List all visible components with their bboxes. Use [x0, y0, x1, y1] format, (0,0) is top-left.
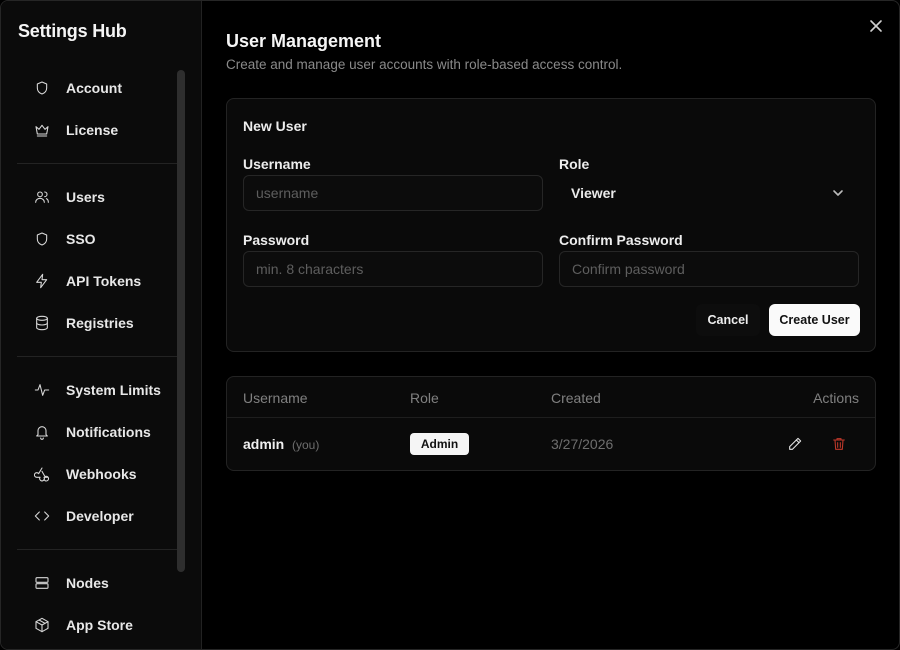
- sidebar-item-license[interactable]: License: [17, 109, 177, 151]
- form-title: New User: [243, 118, 307, 134]
- code-icon: [33, 507, 51, 525]
- users-table: Username Role Created Actions admin (you…: [226, 376, 876, 471]
- activity-icon: [33, 381, 51, 399]
- shield-icon: [33, 79, 51, 97]
- sidebar-item-registries[interactable]: Registries: [17, 302, 177, 344]
- sidebar-item-sso[interactable]: SSO: [17, 218, 177, 260]
- column-header-actions: Actions: [813, 390, 859, 406]
- crown-icon: [33, 121, 51, 139]
- role-label: Role: [559, 156, 590, 172]
- webhook-icon: [33, 465, 51, 483]
- nav-group: Nodes App Store: [17, 562, 177, 649]
- nav-group: System Limits Notifications Webhooks Dev…: [17, 369, 177, 550]
- chevron-down-icon: [831, 186, 845, 200]
- users-icon: [33, 188, 51, 206]
- database-icon: [33, 314, 51, 332]
- sidebar-item-label: API Tokens: [66, 273, 142, 289]
- app-title: Settings Hub: [18, 21, 127, 41]
- create-user-button[interactable]: Create User: [769, 304, 860, 336]
- role-select-value: Viewer: [571, 185, 616, 201]
- column-header-created: Created: [551, 390, 601, 406]
- sidebar-item-label: Account: [66, 80, 122, 96]
- cancel-button[interactable]: Cancel: [696, 304, 760, 336]
- username-input[interactable]: [243, 175, 543, 211]
- sidebar-item-webhooks[interactable]: Webhooks: [17, 453, 177, 495]
- sidebar-item-label: App Store: [66, 617, 133, 633]
- sidebar-item-label: Users: [66, 189, 105, 205]
- sidebar-item-api-tokens[interactable]: API Tokens: [17, 260, 177, 302]
- sidebar: Settings Hub Account License Users SSO A…: [1, 1, 202, 649]
- bell-icon: [33, 423, 51, 441]
- settings-window: Settings Hub Account License Users SSO A…: [0, 0, 900, 650]
- table-row: admin (you) Admin 3/27/2026: [227, 418, 875, 470]
- sidebar-item-users[interactable]: Users: [17, 176, 177, 218]
- page-subtitle: Create and manage user accounts with rol…: [226, 57, 623, 72]
- sidebar-item-app-store[interactable]: App Store: [17, 604, 177, 646]
- column-header-role: Role: [410, 390, 439, 406]
- new-user-form: New User Username Role Viewer Password C…: [226, 98, 876, 352]
- nav-group: Users SSO API Tokens Registries: [17, 176, 177, 357]
- sidebar-item-nodes[interactable]: Nodes: [17, 562, 177, 604]
- role-badge: Admin: [410, 433, 469, 455]
- sidebar-item-label: Notifications: [66, 424, 151, 440]
- sidebar-item-system-limits[interactable]: System Limits: [17, 369, 177, 411]
- lightning-icon: [33, 272, 51, 290]
- role-select[interactable]: Viewer: [559, 175, 859, 211]
- sidebar-item-label: Webhooks: [66, 466, 137, 482]
- nav-group: Account License: [17, 67, 177, 164]
- confirm-password-input[interactable]: [559, 251, 859, 287]
- username-label: Username: [243, 156, 311, 172]
- confirm-password-label: Confirm Password: [559, 232, 683, 248]
- row-created-date: 3/27/2026: [551, 436, 614, 452]
- row-username: admin: [243, 436, 285, 452]
- sidebar-item-label: System Limits: [66, 382, 161, 398]
- row-current-user-tag: (you): [292, 438, 320, 452]
- sidebar-item-label: Developer: [66, 508, 134, 524]
- server-icon: [33, 574, 51, 592]
- trash-icon: [833, 438, 845, 450]
- sidebar-scrollbar[interactable]: [177, 70, 185, 572]
- password-label: Password: [243, 232, 310, 248]
- delete-icon[interactable]: [829, 434, 849, 454]
- shield-icon: [33, 230, 51, 248]
- sidebar-item-label: Nodes: [66, 575, 109, 591]
- sidebar-item-notifications[interactable]: Notifications: [17, 411, 177, 453]
- sidebar-item-account[interactable]: Account: [17, 67, 177, 109]
- sidebar-item-label: Registries: [66, 315, 134, 331]
- edit-icon[interactable]: [785, 434, 805, 454]
- sidebar-item-label: License: [66, 122, 119, 138]
- sidebar-nav: Account License Users SSO API Tokens Reg…: [17, 67, 177, 649]
- page-title: User Management: [226, 31, 382, 51]
- package-icon: [33, 616, 51, 634]
- main-content: User Management Create and manage user a…: [226, 1, 876, 649]
- sidebar-item-label: SSO: [66, 231, 96, 247]
- password-input[interactable]: [243, 251, 543, 287]
- column-header-username: Username: [243, 390, 308, 406]
- sidebar-item-developer[interactable]: Developer: [17, 495, 177, 537]
